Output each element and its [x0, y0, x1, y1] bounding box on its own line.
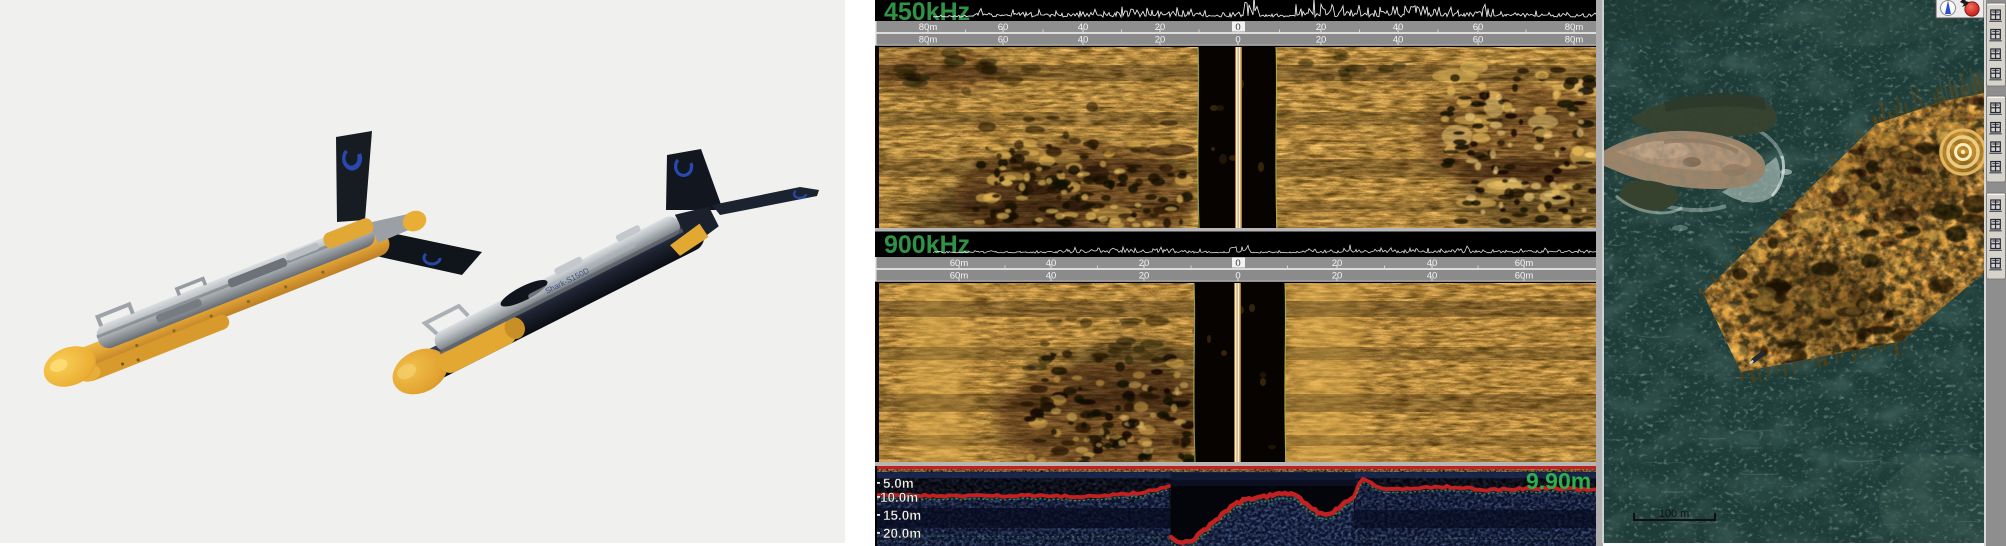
svg-text:9.90m: 9.90m [1526, 468, 1591, 494]
svg-text:15.0m: 15.0m [883, 508, 921, 523]
svg-text:900kHz: 900kHz [884, 231, 970, 259]
svg-text:100 m: 100 m [1659, 508, 1690, 520]
svg-text:20.0m: 20.0m [883, 526, 921, 541]
svg-text:5.0m: 5.0m [883, 476, 914, 491]
svg-text:10.0m: 10.0m [880, 490, 918, 505]
